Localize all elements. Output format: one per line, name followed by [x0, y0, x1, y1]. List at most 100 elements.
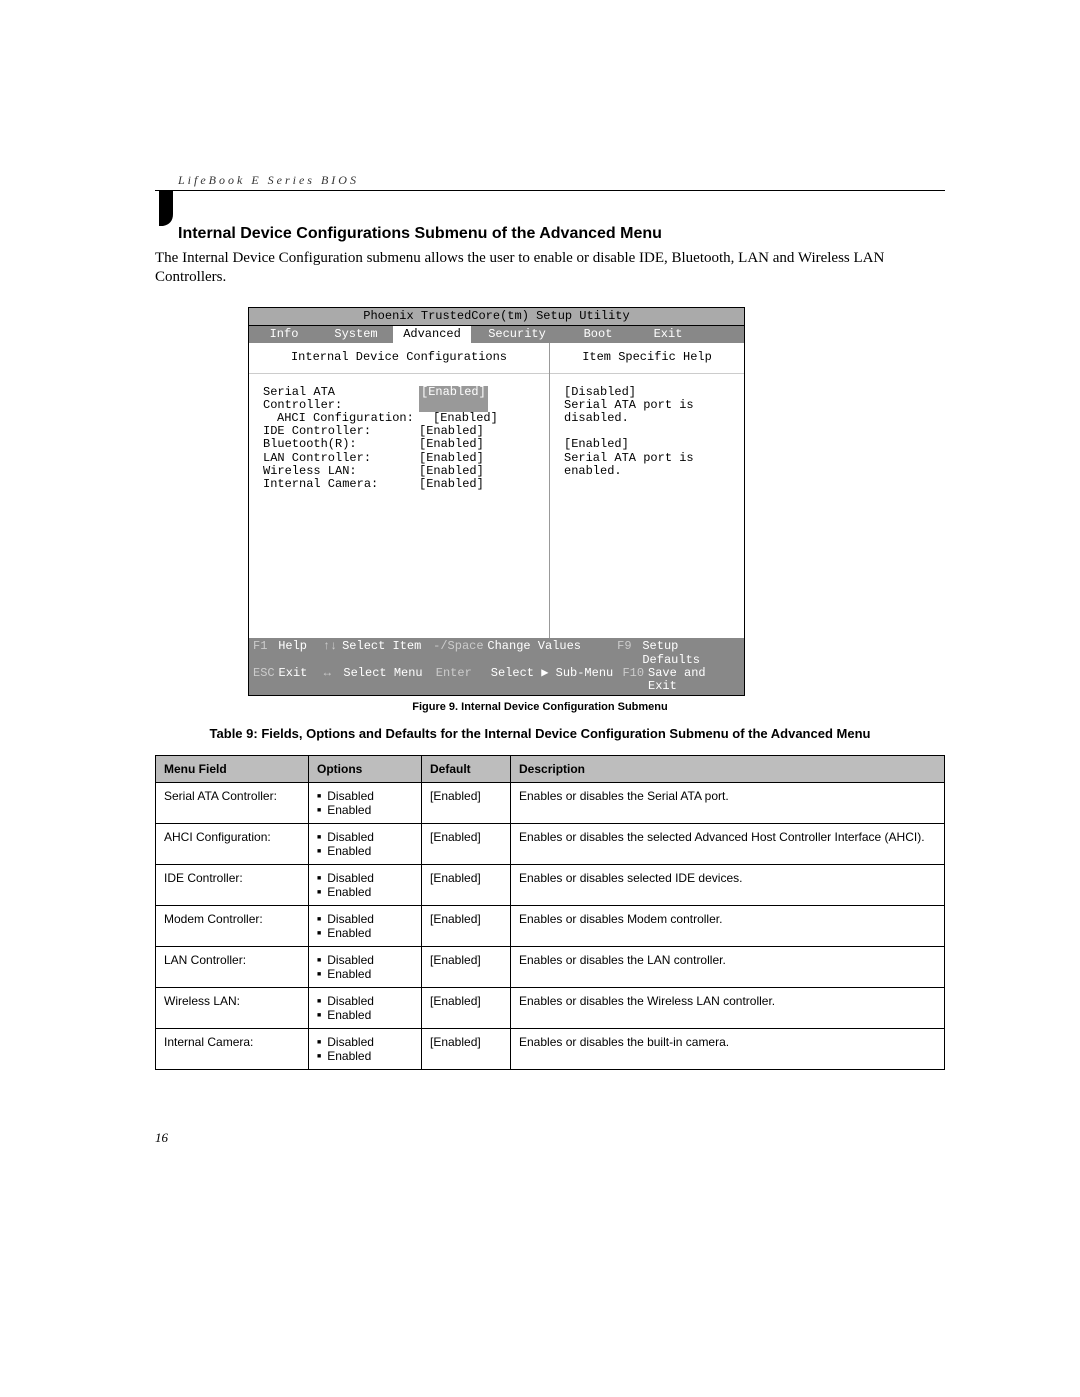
cell-description: Enables or disables the built-in camera.	[511, 1029, 945, 1070]
section-paragraph: The Internal Device Configuration submen…	[155, 249, 945, 287]
bios-tab-system: System	[319, 326, 393, 343]
bios-help-line: Serial ATA port is	[564, 399, 734, 412]
option-item: Enabled	[317, 967, 413, 981]
option-item: Disabled	[317, 789, 413, 803]
bios-item: Internal Camera:[Enabled]	[263, 478, 549, 491]
cell-description: Enables or disables the Wireless LAN con…	[511, 988, 945, 1029]
bios-tab-boot: Boot	[563, 326, 633, 343]
bios-help-line: [Disabled]	[564, 386, 734, 399]
cell-menu-field: AHCI Configuration:	[156, 824, 309, 865]
cell-description: Enables or disables the selected Advance…	[511, 824, 945, 865]
option-item: Disabled	[317, 953, 413, 967]
bios-item-label: Internal Camera:	[263, 478, 419, 491]
tab-marker-icon	[159, 190, 177, 226]
th-description: Description	[511, 756, 945, 783]
bios-help-line: [Enabled]	[564, 438, 734, 451]
bios-tab-advanced: Advanced	[393, 326, 471, 343]
bios-tabs: Info System Advanced Security Boot Exit	[249, 326, 744, 343]
table-caption: Table 9: Fields, Options and Defaults fo…	[0, 726, 1080, 741]
key-f1: F1	[253, 640, 278, 666]
table-row: Wireless LAN:DisabledEnabled[Enabled]Ena…	[156, 988, 945, 1029]
cell-default: [Enabled]	[422, 824, 511, 865]
option-item: Disabled	[317, 871, 413, 885]
key-f10: F10	[622, 667, 648, 693]
table-row: AHCI Configuration:DisabledEnabled[Enabl…	[156, 824, 945, 865]
bios-item-label: Wireless LAN:	[263, 465, 419, 478]
running-header: LifeBook E Series BIOS	[178, 173, 359, 188]
cell-options: DisabledEnabled	[309, 1029, 422, 1070]
option-item: Enabled	[317, 885, 413, 899]
option-item: Enabled	[317, 1008, 413, 1022]
bios-item-label: LAN Controller:	[263, 452, 419, 465]
bios-help-line: Serial ATA port is	[564, 452, 734, 465]
option-item: Enabled	[317, 844, 413, 858]
key-updown-label: Select Item	[342, 640, 433, 666]
bios-item-value: [Enabled]	[419, 438, 484, 451]
option-item: Disabled	[317, 830, 413, 844]
key-space-label: Change Values	[487, 640, 617, 666]
bios-footer: F1 Help ↑↓ Select Item -/Space Change Va…	[249, 638, 744, 695]
key-esc-label: Exit	[279, 667, 324, 693]
cell-options: DisabledEnabled	[309, 906, 422, 947]
bios-item: Serial ATA Controller:[Enabled]	[263, 386, 549, 412]
bios-screenshot: Phoenix TrustedCore(tm) Setup Utility In…	[248, 307, 745, 696]
bios-item-value: [Enabled]	[419, 452, 484, 465]
bios-tab-security: Security	[471, 326, 563, 343]
bios-item-value: [Enabled]	[419, 386, 488, 412]
cell-default: [Enabled]	[422, 783, 511, 824]
header-rule	[155, 190, 945, 191]
cell-options: DisabledEnabled	[309, 865, 422, 906]
cell-menu-field: IDE Controller:	[156, 865, 309, 906]
key-esc: ESC	[253, 667, 279, 693]
cell-default: [Enabled]	[422, 947, 511, 988]
th-options: Options	[309, 756, 422, 783]
table-row: LAN Controller:DisabledEnabled[Enabled]E…	[156, 947, 945, 988]
bios-help-line: disabled.	[564, 412, 734, 425]
bios-item: Bluetooth(R):[Enabled]	[263, 438, 549, 451]
cell-options: DisabledEnabled	[309, 988, 422, 1029]
key-leftright-label: Select Menu	[343, 667, 435, 693]
bios-submenu-title: Internal Device Configurations	[249, 343, 549, 373]
bios-tab-info: Info	[249, 326, 319, 343]
cell-default: [Enabled]	[422, 1029, 511, 1070]
cell-default: [Enabled]	[422, 865, 511, 906]
table-row: Modem Controller:DisabledEnabled[Enabled…	[156, 906, 945, 947]
th-default: Default	[422, 756, 511, 783]
key-f10-label: Save and Exit	[648, 667, 740, 693]
key-f9-label: Setup Defaults	[642, 640, 740, 666]
option-item: Enabled	[317, 803, 413, 817]
option-item: Enabled	[317, 926, 413, 940]
figure-caption: Figure 9. Internal Device Configuration …	[0, 701, 1080, 713]
option-item: Disabled	[317, 994, 413, 1008]
cell-options: DisabledEnabled	[309, 947, 422, 988]
table-row: Internal Camera:DisabledEnabled[Enabled]…	[156, 1029, 945, 1070]
cell-options: DisabledEnabled	[309, 824, 422, 865]
bios-help-line: enabled.	[564, 465, 734, 478]
cell-description: Enables or disables the Serial ATA port.	[511, 783, 945, 824]
bios-item-value: [Enabled]	[419, 465, 484, 478]
cell-default: [Enabled]	[422, 988, 511, 1029]
cell-menu-field: Modem Controller:	[156, 906, 309, 947]
cell-menu-field: Internal Camera:	[156, 1029, 309, 1070]
table-row: IDE Controller:DisabledEnabled[Enabled] E…	[156, 865, 945, 906]
section-heading: Internal Device Configurations Submenu o…	[178, 225, 662, 243]
cell-menu-field: Wireless LAN:	[156, 988, 309, 1029]
table-row: Serial ATA Controller:DisabledEnabled[En…	[156, 783, 945, 824]
key-enter-label: Select ▶ Sub-Menu	[491, 667, 623, 693]
key-f1-label: Help	[278, 640, 323, 666]
key-f9: F9	[617, 640, 642, 666]
option-item: Enabled	[317, 1049, 413, 1063]
key-space: -/Space	[433, 640, 487, 666]
bios-tab-exit: Exit	[633, 326, 703, 343]
cell-menu-field: Serial ATA Controller:	[156, 783, 309, 824]
key-updown: ↑↓	[323, 640, 342, 666]
cell-default: [Enabled]	[422, 906, 511, 947]
cell-description: Enables or disables the LAN controller.	[511, 947, 945, 988]
cell-menu-field: LAN Controller:	[156, 947, 309, 988]
page-number: 16	[155, 1130, 168, 1146]
key-enter: Enter	[436, 667, 491, 693]
option-item: Disabled	[317, 912, 413, 926]
bios-help-title: Item Specific Help	[550, 343, 744, 373]
cell-options: DisabledEnabled	[309, 783, 422, 824]
bios-title: Phoenix TrustedCore(tm) Setup Utility	[249, 308, 744, 326]
